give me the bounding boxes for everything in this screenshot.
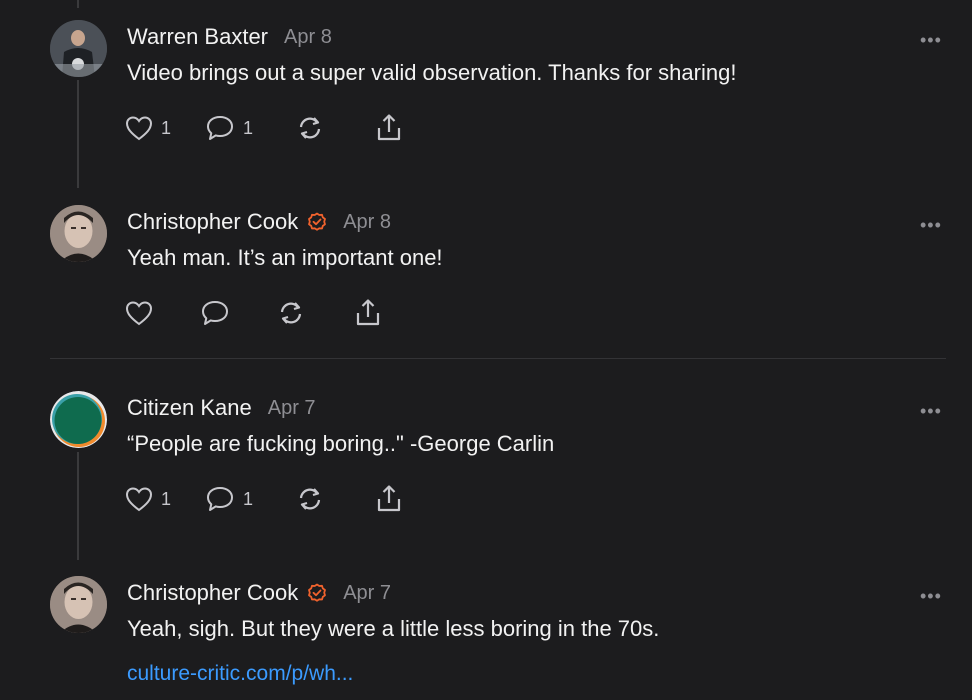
heart-icon [125, 116, 153, 141]
comment-text: Video brings out a super valid observati… [127, 60, 737, 85]
author-name[interactable]: Citizen Kane [127, 395, 252, 421]
restack-button[interactable] [295, 114, 325, 142]
comment-icon [207, 116, 234, 140]
avatar[interactable] [50, 391, 107, 448]
comment-icon [207, 487, 234, 511]
share-icon [356, 299, 380, 326]
comment-date[interactable]: Apr 8 [343, 211, 391, 234]
share-icon [377, 485, 401, 512]
comment-date[interactable]: Apr 7 [268, 397, 316, 420]
divider [50, 358, 946, 359]
verified-badge-icon [307, 583, 327, 603]
comment-header: Warren Baxter Apr 8 [127, 22, 332, 52]
like-button[interactable] [125, 300, 153, 326]
verified-badge-icon [307, 212, 327, 232]
comment-date[interactable]: Apr 7 [343, 582, 391, 605]
comment-christopher-cook-2: Christopher Cook Apr 7 ••• Yeah, sigh. B… [0, 576, 972, 700]
reply-count: 1 [243, 117, 254, 138]
heart-icon [125, 301, 153, 326]
reply-button[interactable]: 1 [205, 114, 253, 142]
more-icon[interactable]: ••• [920, 30, 942, 51]
avatar[interactable] [50, 20, 107, 77]
comment-text: Yeah, sigh. But they were a little less … [127, 616, 660, 641]
avatar[interactable] [50, 205, 107, 262]
avatar[interactable] [50, 576, 107, 633]
comment-header: Christopher Cook Apr 8 [127, 207, 391, 237]
comment-header: Christopher Cook Apr 7 [127, 578, 391, 608]
comment-christopher-cook: Christopher Cook Apr 8 ••• Yeah man. It’… [0, 205, 972, 345]
thread-line [77, 0, 79, 8]
share-button[interactable] [354, 298, 382, 328]
restack-icon [280, 302, 302, 324]
comment-actions [125, 297, 382, 329]
like-count: 1 [161, 488, 172, 509]
restack-icon [299, 488, 321, 510]
share-button[interactable] [375, 113, 403, 143]
comment-text: Yeah man. It’s an important one! [127, 245, 443, 270]
reply-count: 1 [243, 488, 254, 509]
comment-date[interactable]: Apr 8 [284, 26, 332, 49]
reply-button[interactable]: 1 [205, 485, 253, 513]
share-button[interactable] [375, 484, 403, 514]
more-icon[interactable]: ••• [920, 586, 942, 607]
author-name[interactable]: Christopher Cook [127, 580, 298, 606]
author-name[interactable]: Christopher Cook [127, 209, 298, 235]
restack-button[interactable] [276, 299, 306, 327]
comment-actions: 1 1 [125, 483, 403, 515]
author-name[interactable]: Warren Baxter [127, 24, 268, 50]
heart-icon [125, 487, 153, 512]
more-icon[interactable]: ••• [920, 215, 942, 236]
comment-header: Citizen Kane Apr 7 [127, 393, 316, 423]
more-icon[interactable]: ••• [920, 401, 942, 422]
comment-citizen-kane: Citizen Kane Apr 7 ••• “People are fucki… [0, 391, 972, 541]
comment-link[interactable]: culture-critic.com/p/wh... [127, 662, 353, 686]
reply-button[interactable] [200, 299, 230, 327]
comment-warren-baxter: Warren Baxter Apr 8 ••• Video brings out… [0, 20, 972, 170]
like-count: 1 [161, 117, 172, 138]
like-button[interactable]: 1 [125, 486, 171, 512]
share-icon [377, 114, 401, 141]
comment-actions: 1 1 [125, 112, 403, 144]
restack-button[interactable] [295, 485, 325, 513]
comment-text: “People are fucking boring.." -George Ca… [127, 431, 555, 456]
restack-icon [299, 117, 321, 139]
comment-icon [202, 301, 228, 325]
like-button[interactable]: 1 [125, 115, 171, 141]
